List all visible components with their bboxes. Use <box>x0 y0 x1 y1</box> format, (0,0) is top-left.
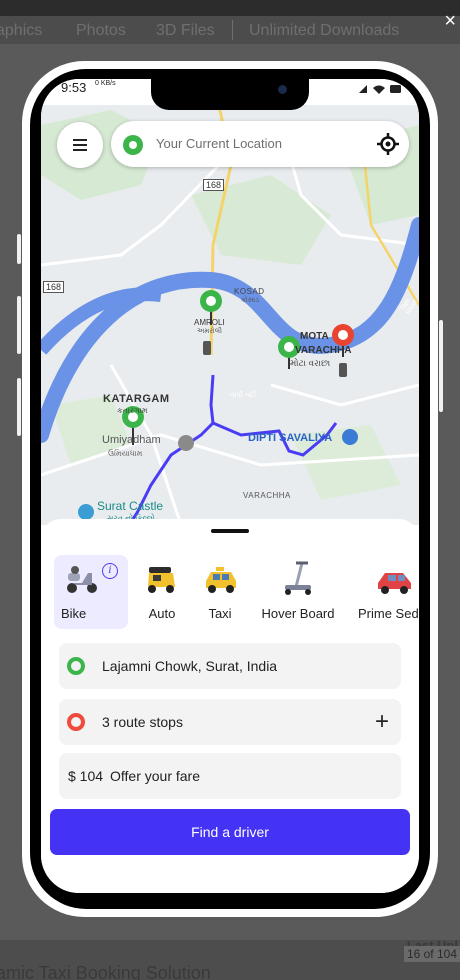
camera-notch <box>151 79 309 110</box>
phone-volume-down <box>17 378 21 436</box>
taxi-icon <box>206 567 236 593</box>
phone-power-button <box>439 320 443 412</box>
website-nav: aphics Photos 3D Files Unlimited Downloa… <box>0 16 460 44</box>
status-data-rate: 0 KB/s <box>95 80 116 87</box>
vehicle-label-bike: Bike <box>61 606 87 621</box>
vehicle-label-hoverboard: Hover Board <box>261 606 335 621</box>
map-label-river: તાપી નદી <box>230 392 256 399</box>
current-location-dot-icon <box>123 135 143 155</box>
map-label-mota-gu: મોટા વરાછા <box>290 358 331 368</box>
app-screen: 168 168 KOSAD કોસાડ AMROLI અમરોલી MOTA V… <box>41 79 419 893</box>
road-shield-168-left: 168 <box>43 281 65 293</box>
map-label-varachha: VARACHHA <box>243 491 291 500</box>
pickup-marker-icon <box>67 657 85 675</box>
vehicle-option-hoverboard[interactable]: Hover Board <box>255 555 341 629</box>
crosshair-icon[interactable] <box>377 133 399 155</box>
wifi-icon <box>373 85 385 94</box>
pickup-location-text: Lajamni Chowk, Surat, India <box>102 658 278 674</box>
info-icon[interactable]: i <box>102 563 118 579</box>
vehicle-label-auto: Auto <box>148 606 176 621</box>
fare-offer-field[interactable]: $ 104 Offer your fare <box>59 753 401 799</box>
vehicle-label-taxi: Taxi <box>208 606 232 621</box>
pickup-location-field[interactable]: Lajamni Chowk, Surat, India <box>59 643 401 689</box>
location-search-placeholder: Your Current Location <box>156 136 282 151</box>
fare-offer-text: Offer your fare <box>110 768 201 784</box>
map-label-mota: MOTA <box>300 331 329 342</box>
fare-amount: $ 104 <box>68 768 104 784</box>
status-icons <box>359 85 401 94</box>
map-label-varachha-north: VARACHHA <box>295 345 352 356</box>
nav-divider <box>232 20 233 40</box>
map-label-kosad-gu: કોસાડ <box>241 297 259 304</box>
vehicle-option-taxi[interactable]: Taxi <box>193 555 247 629</box>
map-label-surat-castle: Surat Castle <box>97 499 164 513</box>
phone-volume-up <box>17 296 21 354</box>
sheet-drag-handle[interactable] <box>211 529 249 533</box>
auto-rickshaw-icon <box>148 567 175 593</box>
map-label-katargam-gu: કતારગામ <box>117 406 148 415</box>
map-label-dipti-savaliya: DIPTI SAVALIYA <box>248 432 333 444</box>
front-camera <box>278 85 287 94</box>
destination-marker-icon <box>67 713 85 731</box>
vehicle-selector: i Bike Auto Taxi Hover Board Prime Sed <box>41 555 419 629</box>
phone-mute-switch <box>17 234 21 264</box>
map-label-amroli: AMROLI <box>194 318 225 327</box>
vehicle-option-auto[interactable]: Auto <box>133 555 191 629</box>
page-counter: 16 of 104 <box>403 946 460 962</box>
location-search-bar[interactable]: Your Current Location <box>111 121 409 167</box>
vehicle-option-bike[interactable]: i Bike <box>54 555 128 629</box>
map-label-umiyadham: Umiyadham <box>102 434 161 446</box>
route-stops-text: 3 route stops <box>102 714 183 730</box>
vehicle-option-prime-sedan[interactable]: Prime Seda <box>353 555 419 629</box>
nav-link-graphics[interactable]: aphics <box>0 22 42 40</box>
find-driver-button[interactable]: Find a driver <box>50 809 410 855</box>
map-label-umiyadham-gu: ઉમિયાધામ <box>108 449 143 458</box>
nav-link-photos[interactable]: Photos <box>76 22 126 40</box>
sedan-icon <box>378 573 411 594</box>
close-icon[interactable]: × <box>444 10 456 33</box>
signal-icon <box>359 85 367 93</box>
hoverboard-icon <box>285 561 311 595</box>
menu-button[interactable] <box>57 122 103 168</box>
map-label-amroli-gu: અમરોલી <box>197 328 222 335</box>
route-stops-field[interactable]: 3 route stops + <box>59 699 401 745</box>
map-label-katargam: KATARGAM <box>103 393 170 405</box>
scooter-icon <box>67 566 97 593</box>
booking-sheet: i Bike Auto Taxi Hover Board Prime Sed L… <box>41 519 419 893</box>
product-title: amic Taxi Booking Solution <box>0 963 211 980</box>
vehicle-label-prime-sedan: Prime Seda <box>358 606 419 621</box>
map-label-kosad: KOSAD <box>234 287 265 296</box>
status-time: 9:53 <box>61 80 87 95</box>
nav-link-3d-files[interactable]: 3D Files <box>156 22 215 40</box>
road-shield-168: 168 <box>203 179 225 191</box>
nav-link-unlimited-downloads[interactable]: Unlimited Downloads <box>249 22 399 40</box>
add-stop-icon[interactable]: + <box>375 708 389 736</box>
browser-top-bar <box>0 0 460 16</box>
battery-icon <box>390 85 401 93</box>
map-view[interactable] <box>41 105 419 525</box>
